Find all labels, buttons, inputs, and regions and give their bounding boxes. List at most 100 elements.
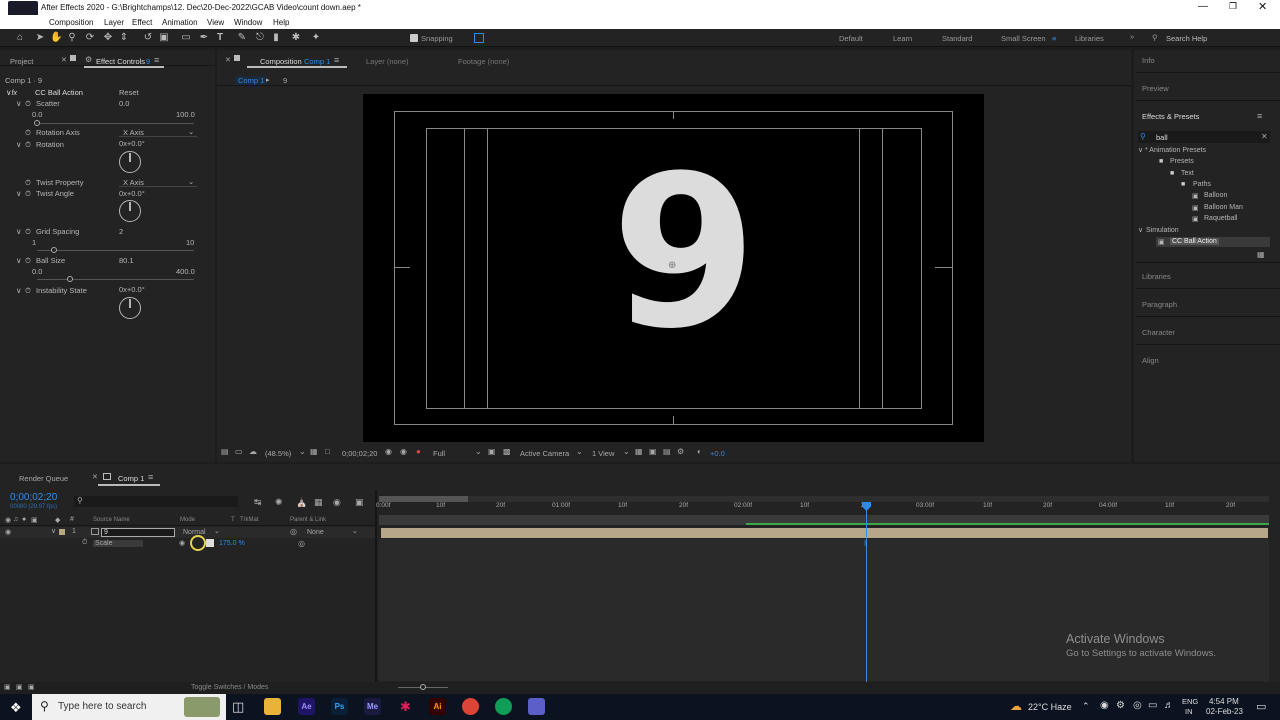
breadcrumb-layer[interactable]: 9 bbox=[283, 76, 287, 85]
menu-view[interactable]: View bbox=[207, 18, 224, 27]
workspace-small-screen[interactable]: Small Screen bbox=[1001, 34, 1046, 43]
eraser-tool-icon[interactable]: ▮ bbox=[270, 32, 282, 44]
transparency-grid-icon[interactable]: ▩ bbox=[503, 447, 511, 456]
scatter-slider-knob[interactable] bbox=[34, 120, 40, 126]
composition-canvas[interactable]: 9 ⊕ bbox=[363, 94, 984, 442]
tab-effect-controls[interactable]: Effect Controls bbox=[96, 57, 145, 66]
tree-presets[interactable]: Presets bbox=[1170, 158, 1194, 165]
stopwatch-icon[interactable]: ⏱ bbox=[25, 256, 31, 266]
flowchart-icon[interactable]: ⚙ bbox=[677, 447, 684, 456]
pickwhip-icon[interactable]: ◎ bbox=[298, 539, 305, 548]
workspace-libraries[interactable]: Libraries bbox=[1075, 34, 1104, 43]
scatter-slider[interactable] bbox=[34, 120, 194, 126]
ball-size-slider-knob[interactable] bbox=[67, 276, 73, 282]
snap-options-icon[interactable] bbox=[474, 33, 484, 43]
constrain-proportions-icon[interactable]: ◉ bbox=[179, 539, 185, 547]
toggle-pixel-icon[interactable]: ▦ bbox=[635, 447, 643, 456]
fast-previews-icon[interactable]: ▣ bbox=[649, 447, 657, 456]
tab-project[interactable]: Project bbox=[10, 57, 33, 66]
panel-menu-icon[interactable]: ≡ bbox=[334, 55, 339, 65]
in-out-icon[interactable]: ▣ bbox=[28, 683, 35, 691]
trkmat-header[interactable]: TrkMat bbox=[240, 517, 258, 523]
twist-angle-expand-icon[interactable]: ∨ bbox=[16, 189, 22, 198]
fx-toggle-icon[interactable]: ∨fx bbox=[6, 88, 17, 97]
pan-camera-icon[interactable]: ✥ bbox=[102, 32, 114, 44]
new-bin-icon[interactable]: ▦ bbox=[1257, 250, 1265, 259]
twist-angle-value[interactable]: 0x+0.0° bbox=[119, 189, 145, 198]
volume-icon[interactable]: ♬ bbox=[1164, 700, 1174, 711]
toggle-switches-modes-button[interactable]: Toggle Switches / Modes bbox=[191, 684, 268, 691]
timeline-search-field[interactable]: ⚲ bbox=[74, 496, 238, 507]
align-panel-header[interactable]: Align bbox=[1142, 356, 1159, 365]
stopwatch-icon[interactable]: ⏱ bbox=[25, 178, 31, 188]
rotation-expand-icon[interactable]: ∨ bbox=[16, 140, 22, 149]
media-encoder-icon[interactable]: Me bbox=[364, 698, 381, 715]
ball-size-slider[interactable] bbox=[37, 276, 194, 282]
expand-layer-icon[interactable]: ∨ bbox=[51, 527, 56, 535]
scatter-expand-icon[interactable]: ∨ bbox=[16, 99, 22, 108]
workspace-learn[interactable]: Learn bbox=[893, 34, 912, 43]
draft-3d-icon[interactable]: ✺ bbox=[275, 497, 283, 508]
menu-composition[interactable]: Composition bbox=[49, 18, 93, 27]
zoom-slider[interactable] bbox=[398, 684, 448, 690]
3d-glasses-icon[interactable]: ☁ bbox=[249, 447, 257, 456]
close-window-button[interactable]: ✕ bbox=[1258, 0, 1267, 13]
task-view-icon[interactable]: ◫ bbox=[232, 699, 244, 715]
tray-chevron-icon[interactable]: ⌃ bbox=[1082, 701, 1090, 712]
frame-blending-icon[interactable]: ▦ bbox=[314, 497, 323, 508]
minimize-button[interactable]: — bbox=[1198, 1, 1208, 12]
close-tab-icon[interactable]: ✕ bbox=[225, 56, 231, 64]
instability-state-dial[interactable] bbox=[119, 297, 141, 319]
tree-text[interactable]: Text bbox=[1181, 170, 1194, 177]
motion-blur-icon[interactable]: ◉ bbox=[333, 497, 341, 508]
tab-layer[interactable]: Layer (none) bbox=[366, 57, 409, 66]
tree-simulation[interactable]: Simulation bbox=[1146, 227, 1179, 234]
label-color-swatch[interactable] bbox=[59, 529, 65, 535]
preview-panel-header[interactable]: Preview bbox=[1142, 84, 1169, 93]
menu-window[interactable]: Window bbox=[234, 18, 262, 27]
rotation-dial[interactable] bbox=[119, 151, 141, 173]
notifications-icon[interactable]: ▭ bbox=[1256, 700, 1266, 713]
color-channel-icon[interactable]: ● bbox=[416, 447, 421, 456]
language-region[interactable]: IN bbox=[1185, 707, 1193, 716]
roi-icon[interactable]: ▣ bbox=[488, 447, 496, 456]
view-layout-dropdown[interactable]: 1 View bbox=[592, 449, 614, 458]
viewer-timecode[interactable]: 0;00;02;20 bbox=[342, 449, 377, 458]
keyframe-marker[interactable]: I bbox=[864, 539, 866, 548]
weather-text[interactable]: 22°C Haze bbox=[1028, 702, 1072, 712]
layer-switches-icon[interactable]: ▣ bbox=[4, 683, 11, 691]
eye-icon[interactable]: ◉ bbox=[5, 528, 11, 536]
illustrator-icon[interactable]: Ai bbox=[429, 698, 446, 715]
stopwatch-icon[interactable]: ⏱ bbox=[25, 189, 31, 199]
stopwatch-icon[interactable]: ⏱ bbox=[82, 539, 87, 547]
panel-menu-icon[interactable]: ≡ bbox=[1257, 111, 1262, 121]
windows-start-icon[interactable]: ❖ bbox=[10, 700, 22, 716]
zoom-tool-icon[interactable]: ⚲ bbox=[66, 32, 78, 44]
stopwatch-icon[interactable]: ⏱ bbox=[25, 227, 31, 237]
instability-expand-icon[interactable]: ∨ bbox=[16, 286, 22, 295]
tree-raquetball[interactable]: Raquetball bbox=[1204, 215, 1237, 222]
layer-name-field[interactable]: 9 bbox=[101, 528, 175, 537]
tree-paths[interactable]: Paths bbox=[1193, 181, 1211, 188]
rotation-axis-dropdown[interactable]: X Axis ⌄ bbox=[119, 126, 197, 137]
parent-dropdown[interactable]: None bbox=[307, 529, 324, 536]
type-tool-icon[interactable]: T bbox=[214, 32, 226, 44]
effects-search-field[interactable]: ⚲ ball ✕ bbox=[1138, 131, 1270, 143]
screen-recorder-icon[interactable] bbox=[528, 698, 545, 715]
twist-angle-dial[interactable] bbox=[119, 200, 141, 222]
layer-duration-bar[interactable] bbox=[381, 528, 1268, 538]
camera-dropdown[interactable]: Active Camera bbox=[520, 449, 569, 458]
libraries-panel-header[interactable]: Libraries bbox=[1142, 272, 1171, 281]
shy-layers-icon[interactable]: ⛪ bbox=[296, 497, 307, 508]
keyframe-navigator-icon[interactable] bbox=[206, 539, 214, 547]
taskbar-search-box[interactable]: ⚲ Type here to search bbox=[32, 694, 226, 720]
grid-spacing-expand-icon[interactable]: ∨ bbox=[16, 227, 22, 236]
grid-spacing-slider[interactable] bbox=[37, 247, 194, 253]
timeline-icon[interactable]: ▤ bbox=[663, 447, 671, 456]
clone-stamp-icon[interactable]: ⎋ bbox=[254, 32, 266, 44]
stopwatch-icon[interactable]: ⏱ bbox=[25, 140, 31, 150]
always-preview-icon[interactable]: ▤ bbox=[221, 447, 229, 456]
close-tab-icon[interactable]: ✕ bbox=[92, 473, 98, 481]
slack-icon[interactable]: ✱ bbox=[397, 698, 414, 715]
selection-tool-icon[interactable]: ➤ bbox=[34, 32, 46, 44]
